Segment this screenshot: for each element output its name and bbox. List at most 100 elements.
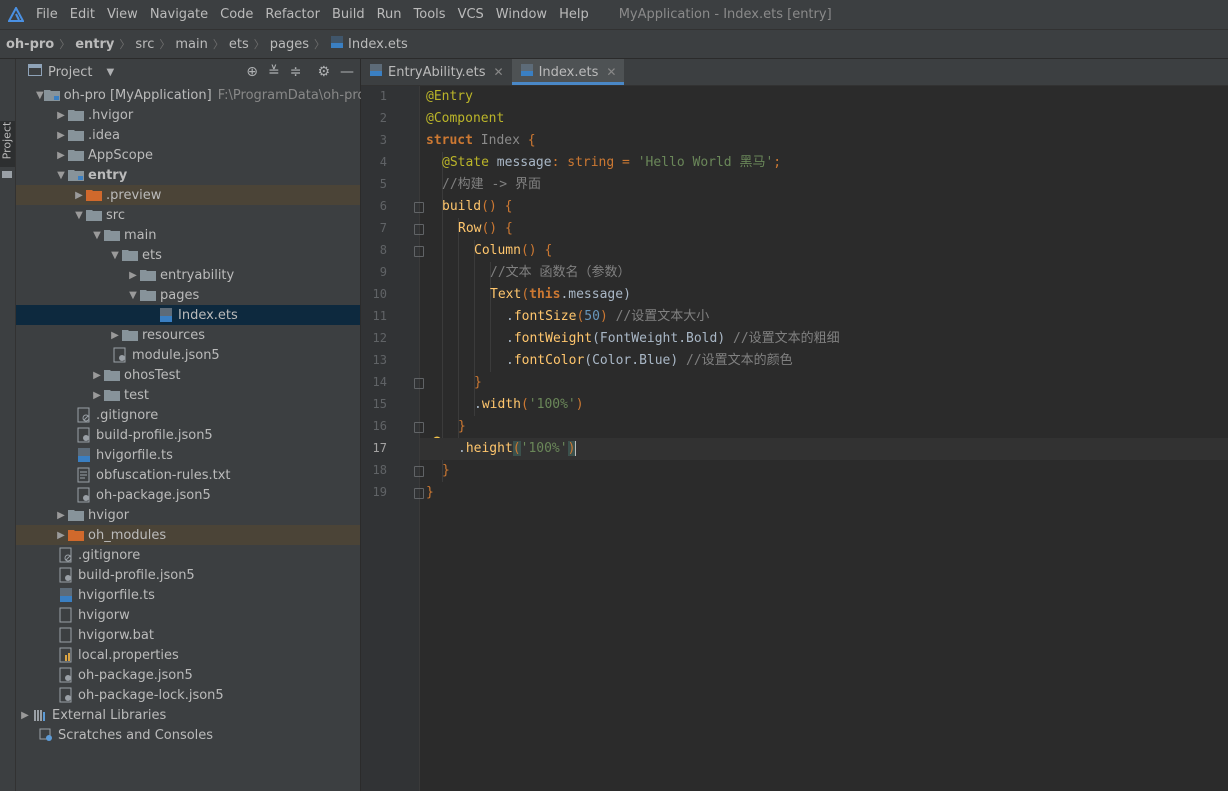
module-folder-icon (68, 169, 84, 181)
tree-item-label: .hvigor (88, 107, 134, 123)
code-line-6: build() { (442, 199, 513, 214)
tab-index[interactable]: Index.ets ✕ (511, 59, 625, 85)
editor-tabs: EntryAbility.ets ✕ Index.ets ✕ (361, 59, 1228, 86)
tree-item-local-properties[interactable]: local.properties (16, 645, 360, 665)
menu-vcs[interactable]: VCS (452, 0, 490, 29)
menu-file[interactable]: File (30, 0, 64, 29)
tree-item-ohostest[interactable]: ▶ ohosTest (16, 365, 360, 385)
chevron-right-icon[interactable]: ▶ (90, 390, 104, 401)
tree-item-idea[interactable]: ▶ .idea (16, 125, 360, 145)
tree-item-hvigor-dir[interactable]: ▶ .hvigor (16, 105, 360, 125)
tree-item-hvigor[interactable]: ▶ hvigor (16, 505, 360, 525)
tree-item-index-ets[interactable]: Index.ets (16, 305, 360, 325)
menu-navigate[interactable]: Navigate (144, 0, 214, 29)
tree-item-external-libraries[interactable]: ▶ External Libraries (16, 705, 360, 725)
breadcrumb-separator-icon: 〉 (253, 38, 265, 51)
menu-window[interactable]: Window (490, 0, 553, 29)
chevron-down-icon[interactable]: ▼ (90, 230, 104, 241)
tree-item-entry-gitignore[interactable]: .gitignore (16, 405, 360, 425)
tree-item-module-json5[interactable]: module.json5 (16, 345, 360, 365)
tree-item-hvigorw-bat[interactable]: hvigorw.bat (16, 625, 360, 645)
menu-help[interactable]: Help (553, 0, 595, 29)
tree-item-entry-build-profile[interactable]: build-profile.json5 (16, 425, 360, 445)
tree-item-scratches[interactable]: Scratches and Consoles (16, 725, 360, 745)
chevron-right-icon[interactable]: ▶ (54, 530, 68, 541)
breadcrumb-item-pages[interactable]: pages 〉 (270, 36, 330, 52)
chevron-right-icon[interactable]: ▶ (54, 510, 68, 521)
tree-item-hvigorw[interactable]: hvigorw (16, 605, 360, 625)
line-number: 13 (372, 353, 387, 367)
tree-item-appscope[interactable]: ▶ AppScope (16, 145, 360, 165)
close-icon[interactable]: ✕ (606, 65, 616, 79)
menu-tools[interactable]: Tools (408, 0, 452, 29)
tree-item-entry[interactable]: ▼ entry (16, 165, 360, 185)
chevron-down-icon[interactable]: ▼ (72, 210, 86, 221)
tab-entryability[interactable]: EntryAbility.ets ✕ (361, 59, 512, 85)
chevron-right-icon[interactable]: ▶ (54, 110, 68, 121)
breadcrumb-item-main[interactable]: main 〉 (175, 36, 228, 52)
breadcrumb-item-entry[interactable]: entry 〉 (75, 36, 135, 52)
close-icon[interactable]: ✕ (494, 65, 504, 79)
chevron-right-icon[interactable]: ▶ (54, 150, 68, 161)
gear-icon[interactable]: ⚙ (317, 64, 330, 80)
chevron-right-icon[interactable]: ▶ (108, 330, 122, 341)
tree-item-ets[interactable]: ▼ ets (16, 245, 360, 265)
project-tool-label[interactable]: Project (1, 121, 14, 161)
tree-item-label: pages (160, 287, 200, 303)
tree-item-src[interactable]: ▼ src (16, 205, 360, 225)
tree-item-build-profile[interactable]: build-profile.json5 (16, 565, 360, 585)
menu-code[interactable]: Code (214, 0, 259, 29)
breadcrumb-item-index[interactable]: Index.ets (330, 35, 408, 53)
line-number: 12 (372, 331, 387, 345)
tree-item-oh-package-lock[interactable]: oh-package-lock.json5 (16, 685, 360, 705)
code-editor[interactable]: @Entry @Component struct Index { @State … (420, 86, 1228, 791)
tree-item-root[interactable]: ▼ oh-pro [MyApplication] F:\ProgramData\… (16, 85, 365, 105)
tree-item-test[interactable]: ▶ test (16, 385, 360, 405)
tree-item-entryability[interactable]: ▶ entryability (16, 265, 360, 285)
tree-item-preview[interactable]: ▶ .preview (16, 185, 360, 205)
tree-item-label: hvigor (88, 507, 130, 523)
chevron-right-icon[interactable]: ▶ (90, 370, 104, 381)
tree-item-oh-modules[interactable]: ▶ oh_modules (16, 525, 360, 545)
breadcrumb-item-oh-pro[interactable]: oh-pro 〉 (6, 36, 75, 52)
tree-item-label: entryability (160, 267, 235, 283)
tree-item-entry-oh-package[interactable]: oh-package.json5 (16, 485, 360, 505)
tree-item-label: .gitignore (78, 547, 141, 563)
breadcrumb-item-ets[interactable]: ets 〉 (229, 36, 270, 52)
chevron-down-icon[interactable]: ▼ (54, 170, 68, 181)
file-icon (58, 607, 74, 623)
folder-icon (140, 269, 156, 281)
tree-item-resources[interactable]: ▶ resources (16, 325, 360, 345)
tree-item-obfuscation-rules[interactable]: obfuscation-rules.txt (16, 465, 360, 485)
chevron-down-icon[interactable]: ▼ (36, 90, 44, 101)
project-panel: Project ▼ ⊕ ≚ ≑ ⚙ — ▼ oh-pro [MyApplicat… (16, 59, 365, 791)
menu-build[interactable]: Build (326, 0, 371, 29)
minimize-icon[interactable]: — (340, 64, 354, 80)
menu-refactor[interactable]: Refactor (259, 0, 326, 29)
breadcrumb-item-src[interactable]: src 〉 (135, 36, 175, 52)
line-number: 4 (379, 155, 387, 169)
tree-item-gitignore[interactable]: .gitignore (16, 545, 360, 565)
chevron-right-icon[interactable]: ▶ (54, 130, 68, 141)
editor-gutter: 1 2 3 4 5 6 7 8 9 10 11 12 13 14 15 16 1… (361, 86, 424, 791)
locate-file-icon[interactable]: ⊕ (246, 64, 258, 80)
tree-item-pages[interactable]: ▼ pages (16, 285, 360, 305)
module-folder-icon (43, 89, 60, 101)
chevron-right-icon[interactable]: ▶ (126, 270, 140, 281)
tree-item-entry-hvigorfile[interactable]: hvigorfile.ts (16, 445, 360, 465)
tree-item-label: hvigorw (78, 607, 130, 623)
menu-edit[interactable]: Edit (64, 0, 101, 29)
menu-view[interactable]: View (101, 0, 144, 29)
chevron-right-icon[interactable]: ▶ (72, 190, 86, 201)
tree-item-main[interactable]: ▼ main (16, 225, 360, 245)
code-line-18: } (442, 463, 450, 478)
expand-all-icon[interactable]: ≚ (268, 64, 280, 80)
menu-run[interactable]: Run (371, 0, 408, 29)
collapse-all-icon[interactable]: ≑ (290, 64, 302, 80)
chevron-down-icon[interactable]: ▼ (126, 290, 140, 301)
project-view-selector[interactable]: Project ▼ (28, 64, 114, 80)
chevron-down-icon[interactable]: ▼ (108, 250, 122, 261)
tree-item-oh-package[interactable]: oh-package.json5 (16, 665, 360, 685)
tree-item-hvigorfile[interactable]: hvigorfile.ts (16, 585, 360, 605)
chevron-right-icon[interactable]: ▶ (18, 710, 32, 721)
